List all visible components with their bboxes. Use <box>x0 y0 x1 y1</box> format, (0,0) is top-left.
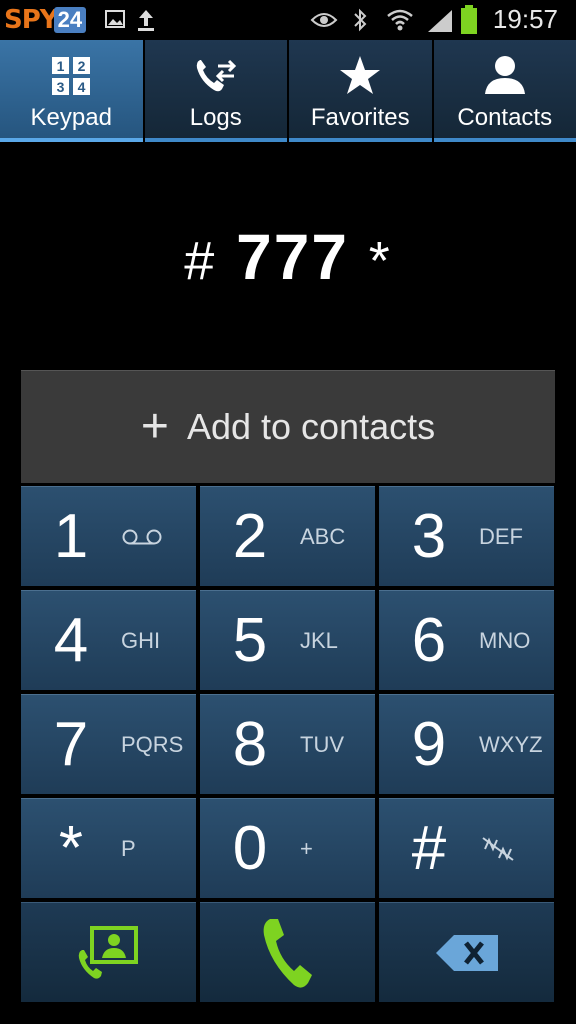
add-to-contacts-button[interactable]: + Add to contacts <box>21 370 555 483</box>
tab-bar: 1 2 3 4 Keypad Logs Favorites Contacts <box>0 40 576 142</box>
backspace-button[interactable] <box>379 902 554 1002</box>
tab-logs-label: Logs <box>189 104 242 131</box>
star-icon <box>340 56 381 94</box>
status-bar: SPY 24 19:57 <box>0 0 576 40</box>
tab-keypad[interactable]: 1 2 3 4 Keypad <box>0 40 143 142</box>
tab-contacts-label: Contacts <box>457 104 553 131</box>
svg-text:1: 1 <box>57 58 65 74</box>
dialed-prefix: # <box>184 231 217 291</box>
logs-icon <box>196 59 236 92</box>
key-2[interactable]: 2 ABC <box>200 486 375 586</box>
key-letters: WXYZ <box>479 731 543 757</box>
call-button[interactable] <box>200 902 375 1002</box>
tab-favorites-label: Favorites <box>310 104 410 131</box>
wifi-icon <box>387 9 413 31</box>
key-digit: # <box>411 814 447 883</box>
contact-icon <box>484 56 525 94</box>
key-letters: + <box>300 835 313 861</box>
contacts-shortcut-button[interactable] <box>21 902 196 1002</box>
key-4[interactable]: 4 GHI <box>21 590 196 690</box>
clock: 19:57 <box>492 4 558 34</box>
key-letters: TUV <box>300 731 344 757</box>
key-digit: 0 <box>232 814 268 883</box>
tab-indicator <box>0 138 143 142</box>
key-7[interactable]: 7 PQRS <box>21 694 196 794</box>
voicemail-icon <box>122 529 162 544</box>
image-icon <box>105 10 125 28</box>
key-hash[interactable]: # <box>379 798 554 898</box>
key-1[interactable]: 1 <box>21 486 196 586</box>
tab-indicator <box>433 138 576 142</box>
dialed-number-display[interactable]: # 777 * <box>0 220 576 294</box>
key-letters: P <box>121 835 136 861</box>
signal-icon <box>428 10 452 32</box>
phone-icon <box>263 918 312 988</box>
dialed-digits: 777 <box>236 221 349 293</box>
key-digit: 9 <box>411 710 447 779</box>
backspace-icon <box>435 934 498 971</box>
svg-text:2: 2 <box>78 58 86 74</box>
plus-icon: + <box>140 400 169 453</box>
key-8[interactable]: 8 TUV <box>200 694 375 794</box>
svg-text:4: 4 <box>78 79 86 95</box>
key-star[interactable]: * P <box>21 798 196 898</box>
key-digit: 8 <box>232 710 268 779</box>
key-letters: DEF <box>479 523 523 549</box>
tab-favorites[interactable]: Favorites <box>289 40 432 142</box>
key-digit: 2 <box>232 502 268 571</box>
key-digit: 3 <box>411 502 447 571</box>
key-5[interactable]: 5 JKL <box>200 590 375 690</box>
battery-icon <box>461 5 477 34</box>
key-3[interactable]: 3 DEF <box>379 486 554 586</box>
svg-text:3: 3 <box>57 79 65 95</box>
dialed-suffix: * <box>368 231 392 291</box>
eye-icon <box>310 13 338 27</box>
add-to-contacts-label: Add to contacts <box>186 406 436 447</box>
key-digit: 7 <box>53 710 89 779</box>
key-digit: 5 <box>232 606 268 675</box>
tab-keypad-label: Keypad <box>30 104 112 131</box>
mute-vibrate-icon <box>482 836 514 861</box>
tab-indicator <box>289 138 432 142</box>
key-digit: 1 <box>53 502 89 571</box>
spy24-logo: SPY 24 <box>4 4 87 36</box>
contact-card-icon <box>78 925 138 979</box>
key-digit: 4 <box>53 606 89 675</box>
key-letters: JKL <box>300 627 338 653</box>
key-digit: * <box>58 814 84 883</box>
bluetooth-icon <box>354 8 367 32</box>
key-letters: GHI <box>121 627 161 653</box>
key-letters: MNO <box>479 627 531 653</box>
key-digit: 6 <box>411 606 447 675</box>
key-6[interactable]: 6 MNO <box>379 590 554 690</box>
key-letters: PQRS <box>121 731 184 757</box>
keypad-icon: 1 2 3 4 <box>52 57 91 95</box>
key-letters: ABC <box>300 523 346 549</box>
tab-indicator <box>144 138 287 142</box>
key-0[interactable]: 0 + <box>200 798 375 898</box>
tab-contacts[interactable]: Contacts <box>433 40 576 142</box>
tab-logs[interactable]: Logs <box>144 40 287 142</box>
upload-icon <box>138 10 154 31</box>
key-9[interactable]: 9 WXYZ <box>379 694 554 794</box>
